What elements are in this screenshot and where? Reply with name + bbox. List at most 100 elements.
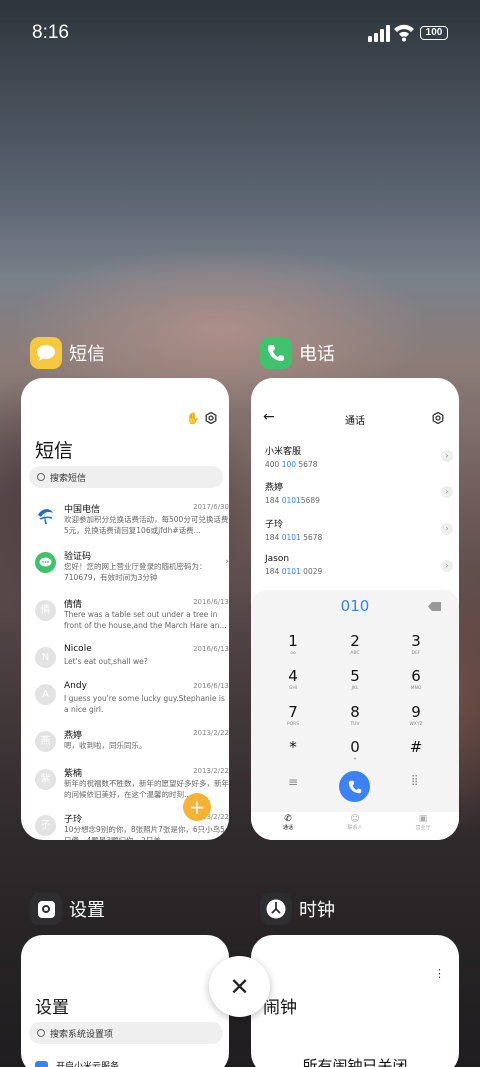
close-all-button[interactable]: ✕ (209, 956, 270, 1017)
call-button[interactable] (339, 771, 370, 802)
message-date: 2017/6/30 (193, 503, 229, 511)
dial-key-5[interactable]: 5 JKL (335, 667, 375, 692)
phone-app-name: 电话 (299, 344, 335, 365)
close-icon: ✕ (229, 972, 250, 1001)
message-date: 2016/6/13 (193, 645, 229, 653)
message-preview: 您好！您的网上营业厅登录的随机密码为：710679，有效时间为3分钟 (64, 562, 207, 582)
phone-page-title: 通话 (345, 416, 365, 427)
avatar: 燕 (35, 731, 56, 752)
dial-key-9[interactable]: 9 WXYZ (396, 703, 436, 728)
cloud-icon (35, 1060, 48, 1067)
settings-app-icon (30, 893, 62, 925)
message-sender: Andy (64, 681, 87, 691)
bag-icon: ▣ (418, 814, 428, 824)
message-date: 2016/6/13 (193, 598, 229, 606)
dial-pad: 010 1 oo 2 ABC 3 DEF 4 GHI 5 JKL 6 MNO 7 PQRS 8… (251, 590, 459, 840)
sms-app-header[interactable]: 短信 (30, 337, 105, 369)
contact-number: 184 0101 0029 (265, 567, 323, 576)
chevron-right-icon[interactable]: › (441, 523, 453, 535)
dial-key-hash[interactable]: # (396, 738, 436, 763)
menu-icon[interactable]: ≡ (288, 775, 298, 789)
list-item[interactable]: 验证码 › 您好！您的网上营业厅登录的随机密码为：710679，有效时间为3分钟 (35, 549, 229, 593)
tab-service-hall[interactable]: ▣ 营业厅 (408, 814, 438, 831)
phone-app-header[interactable]: 电话 (260, 337, 335, 369)
battery-icon: 100 (420, 26, 448, 40)
contact-name: Jason (265, 554, 290, 564)
signal-icon (368, 25, 390, 42)
avatar: 紫 (35, 769, 56, 790)
telecom-logo-icon (35, 505, 56, 526)
contact-row[interactable]: 小米客服 400 100 5678 › (265, 444, 453, 474)
sms-app-card[interactable]: ✋ 短信 搜索短信 中国电信 2017/6/30 欢迎参加积分兑换话费活动，每5… (21, 378, 229, 840)
gear-icon[interactable] (205, 412, 217, 424)
settings-page-title: 设置 (35, 998, 69, 1018)
dial-key-3[interactable]: 3 DEF (396, 632, 436, 657)
settings-item-cloud[interactable]: 开启小米云服务 (35, 1059, 119, 1067)
message-date: 2013/2/22 (193, 767, 229, 775)
phone-icon: ✆ (284, 814, 292, 824)
hand-icon[interactable]: ✋ (186, 412, 200, 425)
sms-app-icon (30, 337, 62, 369)
new-message-button[interactable]: + (183, 793, 211, 821)
dial-key-0[interactable]: 0 + (335, 738, 375, 763)
settings-app-card[interactable]: 设置 搜索系统设置项 开启小米云服务 (21, 935, 229, 1067)
tab-contacts[interactable]: ☺ 联系人 (340, 814, 370, 831)
chevron-right-icon[interactable]: › (441, 450, 453, 462)
sms-search-input[interactable]: 搜索短信 (29, 466, 223, 488)
sms-page-title: 短信 (35, 440, 74, 462)
list-item[interactable]: 中国电信 2017/6/30 欢迎参加积分兑换话费活动，每500分可兑换话费5元… (35, 502, 229, 546)
status-time: 8:16 (32, 22, 69, 43)
contact-number: 400 100 5678 (265, 460, 318, 469)
dialed-number: 010 (340, 597, 370, 615)
chat-bubble-icon (35, 552, 56, 573)
tab-calls[interactable]: ✆ 通话 (273, 814, 303, 831)
gear-icon[interactable] (432, 412, 444, 424)
dial-key-6[interactable]: 6 MNO (396, 667, 436, 692)
settings-app-header[interactable]: 设置 (30, 893, 105, 925)
tab-label: 联系人 (347, 825, 363, 831)
search-icon (37, 473, 45, 481)
avatar: 倩 (35, 600, 56, 621)
more-options-icon[interactable]: ⋮ (434, 967, 445, 980)
clock-app-name: 时钟 (299, 900, 335, 921)
avatar: 子 (35, 815, 56, 836)
contact-name: 子玲 (265, 520, 284, 530)
phone-icon (348, 780, 361, 793)
dialpad-grid-icon[interactable]: ⣿ (411, 775, 418, 786)
contact-name: 燕婷 (265, 483, 284, 493)
person-icon: ☺ (350, 814, 360, 824)
wifi-icon (394, 24, 414, 42)
dial-key-2[interactable]: 2 ABC (335, 632, 375, 657)
message-sender: Nicole (64, 644, 92, 654)
contact-row[interactable]: 燕婷 184 01015689 › (265, 480, 453, 510)
chevron-right-icon[interactable]: › (441, 560, 453, 572)
tab-label: 通话 (282, 825, 293, 831)
settings-search-input[interactable]: 搜索系统设置项 (29, 1022, 223, 1044)
clock-app-icon (260, 893, 292, 925)
dial-key-star[interactable]: * (273, 738, 313, 763)
settings-app-name: 设置 (69, 900, 105, 921)
dial-key-7[interactable]: 7 PQRS (273, 703, 313, 728)
clock-app-header[interactable]: 时钟 (260, 893, 335, 925)
contact-number: 184 0101 5678 (265, 533, 323, 542)
list-item[interactable]: A Andy 2016/6/13 I guess you're some luc… (35, 681, 229, 725)
message-preview: 欢迎参加积分兑换话费活动，每500分可兑换话费5元，兑换话费请回复106或jfd… (64, 515, 229, 535)
search-icon (37, 1029, 45, 1037)
message-date: 2013/2/22 (193, 729, 229, 737)
dial-key-8[interactable]: 8 TUV (335, 703, 375, 728)
dial-key-1[interactable]: 1 oo (273, 632, 313, 657)
avatar: N (35, 647, 56, 668)
contact-row[interactable]: Jason 184 0101 0029 › (265, 554, 453, 584)
contact-number: 184 01015689 (265, 496, 320, 505)
dial-key-4[interactable]: 4 GHI (273, 667, 313, 692)
phone-app-card[interactable]: ← 通话 小米客服 400 100 5678 › 燕婷 184 01015689… (251, 378, 459, 840)
tab-label: 营业厅 (415, 825, 431, 831)
message-preview: Let's eat out,shall we? (64, 657, 148, 666)
message-preview: I guess you're some lucky guy.Stephanie … (64, 694, 225, 714)
contact-row[interactable]: 子玲 184 0101 5678 › (265, 517, 453, 547)
chevron-right-icon[interactable]: › (441, 486, 453, 498)
list-item[interactable]: 倩 倩倩 2016/6/13 There was a table set out… (35, 597, 229, 641)
message-preview: 嗯，收到啦，同乐同乐。 (64, 741, 147, 750)
bottom-tab-bar: ✆ 通话 ☺ 联系人 ▣ 营业厅 (251, 812, 459, 840)
clock-app-card[interactable]: ⋮ 闹钟 所有闹钟已关闭 (251, 935, 459, 1067)
